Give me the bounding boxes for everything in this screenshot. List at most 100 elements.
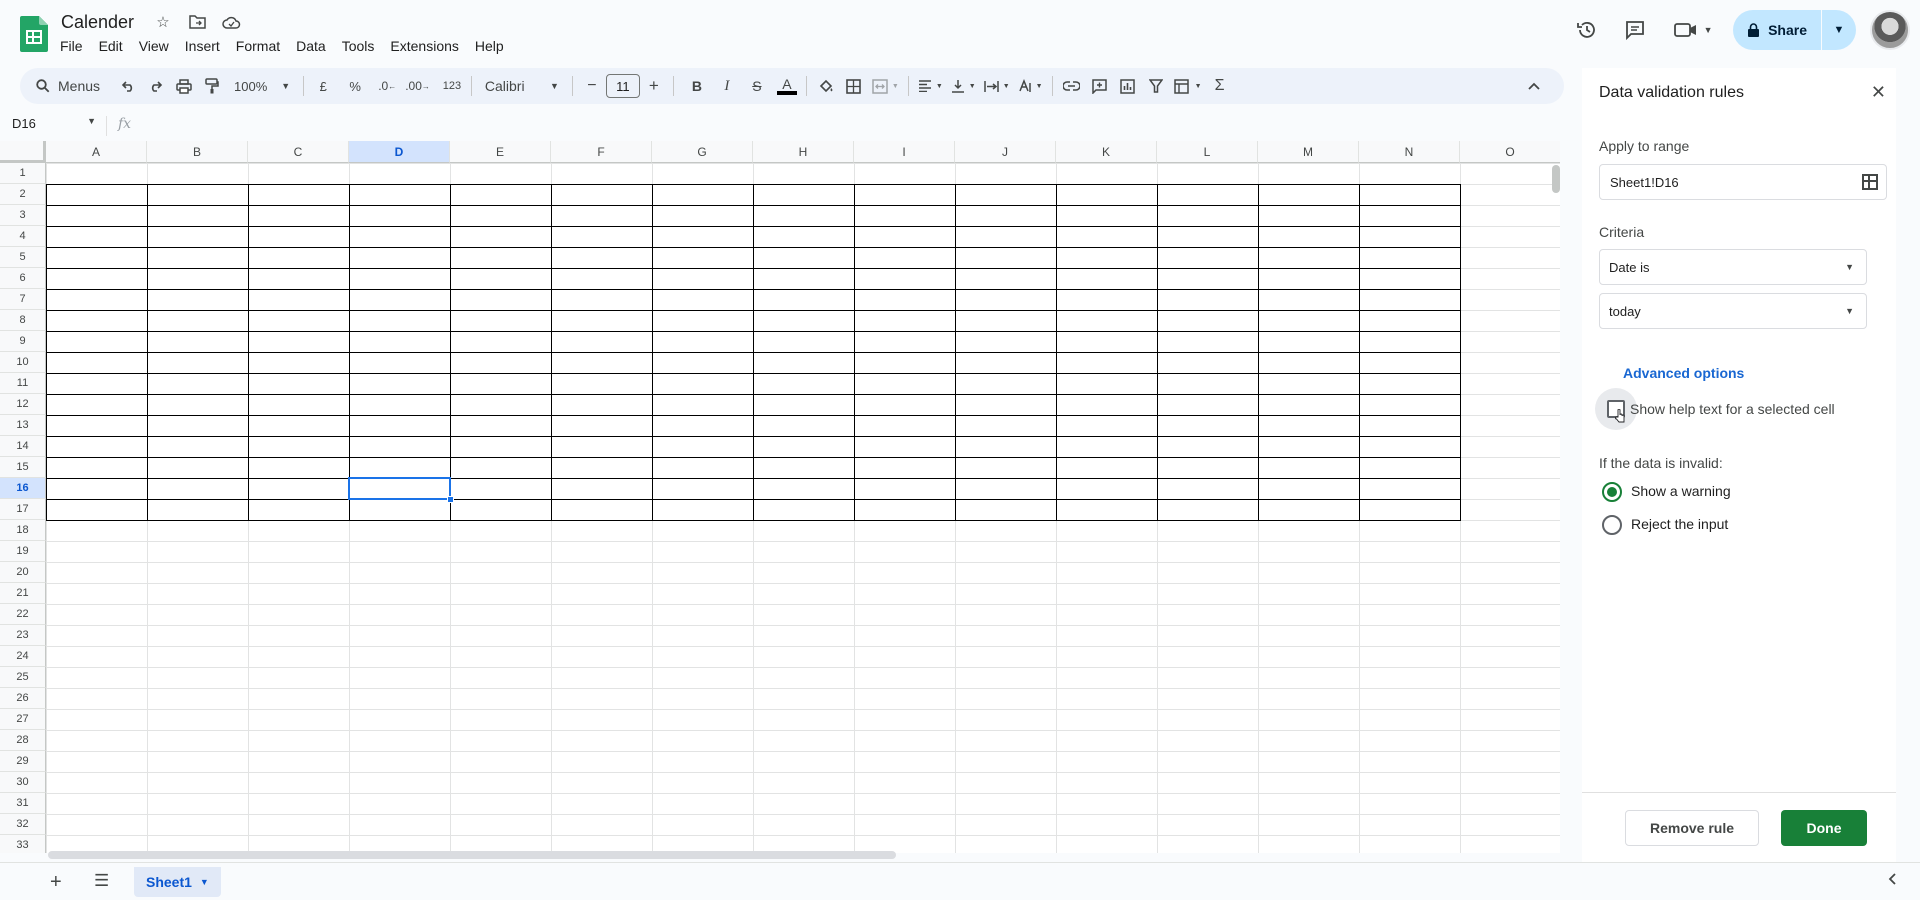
column-header[interactable]: O — [1460, 141, 1560, 163]
search-menus[interactable]: Menus — [30, 78, 114, 94]
menu-edit[interactable]: Edit — [91, 36, 131, 56]
row-header[interactable]: 16 — [0, 478, 46, 499]
sheet-tab[interactable]: Sheet1 ▼ — [134, 867, 221, 897]
criteria-date-select[interactable]: today ▼ — [1599, 293, 1867, 329]
row-header[interactable]: 19 — [0, 541, 46, 562]
select-range-icon[interactable] — [1862, 174, 1878, 190]
menu-insert[interactable]: Insert — [177, 36, 228, 56]
text-wrapping-icon[interactable]: ▼ — [980, 72, 1014, 100]
column-header[interactable]: K — [1056, 141, 1157, 163]
font-family-select[interactable]: Calibri ▼ — [477, 72, 567, 100]
row-header[interactable]: 12 — [0, 394, 46, 415]
row-header[interactable]: 17 — [0, 499, 46, 520]
text-color-button[interactable]: A — [773, 72, 801, 100]
collapse-toolbar-icon[interactable] — [1520, 72, 1548, 100]
share-button[interactable]: Share — [1733, 10, 1822, 50]
column-header[interactable]: C — [248, 141, 349, 163]
select-all-corner[interactable] — [0, 141, 46, 163]
comments-icon[interactable] — [1615, 10, 1655, 50]
reject-input-radio[interactable] — [1602, 515, 1622, 535]
menu-file[interactable]: File — [52, 36, 91, 56]
menu-tools[interactable]: Tools — [334, 36, 383, 56]
insert-comment-icon[interactable] — [1086, 72, 1114, 100]
cloud-saved-icon[interactable] — [220, 12, 242, 32]
row-header[interactable]: 29 — [0, 751, 46, 772]
fill-color-icon[interactable] — [812, 72, 840, 100]
borders-icon[interactable] — [840, 72, 868, 100]
insert-link-icon[interactable] — [1058, 72, 1086, 100]
name-box[interactable]: D16 ▼ — [12, 116, 96, 131]
close-icon[interactable]: ✕ — [1871, 82, 1886, 103]
row-header[interactable]: 21 — [0, 583, 46, 604]
row-header[interactable]: 8 — [0, 310, 46, 331]
row-header[interactable]: 7 — [0, 289, 46, 310]
move-folder-icon[interactable] — [186, 12, 208, 32]
selected-cell[interactable] — [348, 477, 451, 500]
row-header[interactable]: 18 — [0, 520, 46, 541]
column-header[interactable]: B — [147, 141, 248, 163]
menu-help[interactable]: Help — [467, 36, 512, 56]
version-history-icon[interactable] — [1567, 10, 1607, 50]
row-header[interactable]: 1 — [0, 163, 46, 184]
row-header[interactable]: 6 — [0, 268, 46, 289]
column-header[interactable]: F — [551, 141, 652, 163]
menu-format[interactable]: Format — [228, 36, 288, 56]
row-header[interactable]: 9 — [0, 331, 46, 352]
menu-view[interactable]: View — [131, 36, 177, 56]
decrease-font-size-button[interactable]: − — [578, 72, 606, 100]
range-input[interactable]: Sheet1!D16 — [1599, 164, 1887, 200]
star-icon[interactable]: ☆ — [152, 12, 174, 32]
share-dropdown-icon[interactable]: ▼ — [1822, 10, 1856, 50]
row-header[interactable]: 27 — [0, 709, 46, 730]
horizontal-scrollbar[interactable] — [48, 851, 896, 859]
row-header[interactable]: 5 — [0, 247, 46, 268]
collapse-panel-icon[interactable] — [1888, 872, 1896, 888]
row-header[interactable]: 30 — [0, 772, 46, 793]
meet-icon[interactable]: ▼ — [1667, 10, 1719, 50]
column-header[interactable]: E — [450, 141, 551, 163]
text-rotation-icon[interactable]: ▼ — [1014, 72, 1047, 100]
redo-icon[interactable] — [142, 72, 170, 100]
paint-format-icon[interactable] — [198, 72, 226, 100]
column-header[interactable]: I — [854, 141, 955, 163]
menu-extensions[interactable]: Extensions — [382, 36, 466, 56]
row-header[interactable]: 22 — [0, 604, 46, 625]
column-header[interactable]: D — [349, 141, 450, 163]
more-formats-button[interactable]: 123 — [438, 72, 466, 100]
increase-decimal-button[interactable]: .00 → — [401, 72, 434, 100]
functions-button[interactable]: Σ — [1206, 72, 1234, 100]
filter-views-icon[interactable]: ▼ — [1170, 72, 1206, 100]
row-header[interactable]: 23 — [0, 625, 46, 646]
increase-font-size-button[interactable]: + — [640, 72, 668, 100]
row-header[interactable]: 24 — [0, 646, 46, 667]
undo-icon[interactable] — [114, 72, 142, 100]
row-header[interactable]: 3 — [0, 205, 46, 226]
row-header[interactable]: 11 — [0, 373, 46, 394]
all-sheets-icon[interactable]: ☰ — [94, 871, 109, 891]
row-header[interactable]: 20 — [0, 562, 46, 583]
column-header[interactable]: H — [753, 141, 854, 163]
account-avatar[interactable] — [1870, 10, 1910, 50]
menu-data[interactable]: Data — [288, 36, 334, 56]
percent-format-button[interactable]: % — [341, 72, 369, 100]
row-header[interactable]: 32 — [0, 814, 46, 835]
column-header[interactable]: N — [1359, 141, 1460, 163]
row-header[interactable]: 14 — [0, 436, 46, 457]
column-header[interactable]: G — [652, 141, 753, 163]
vertical-align-icon[interactable]: ▼ — [947, 72, 980, 100]
column-header[interactable]: L — [1157, 141, 1258, 163]
criteria-select[interactable]: Date is ▼ — [1599, 249, 1867, 285]
row-header[interactable]: 13 — [0, 415, 46, 436]
decrease-decimal-button[interactable]: .0 ← — [373, 72, 401, 100]
filter-icon[interactable] — [1142, 72, 1170, 100]
row-header[interactable]: 2 — [0, 184, 46, 205]
add-sheet-button[interactable]: + — [50, 871, 62, 894]
row-header[interactable]: 25 — [0, 667, 46, 688]
strikethrough-button[interactable]: S — [743, 72, 771, 100]
vertical-scrollbar[interactable] — [1552, 165, 1560, 193]
remove-rule-button[interactable]: Remove rule — [1625, 810, 1759, 846]
italic-button[interactable]: I — [713, 72, 741, 100]
row-header[interactable]: 10 — [0, 352, 46, 373]
bold-button[interactable]: B — [683, 72, 711, 100]
row-header[interactable]: 4 — [0, 226, 46, 247]
